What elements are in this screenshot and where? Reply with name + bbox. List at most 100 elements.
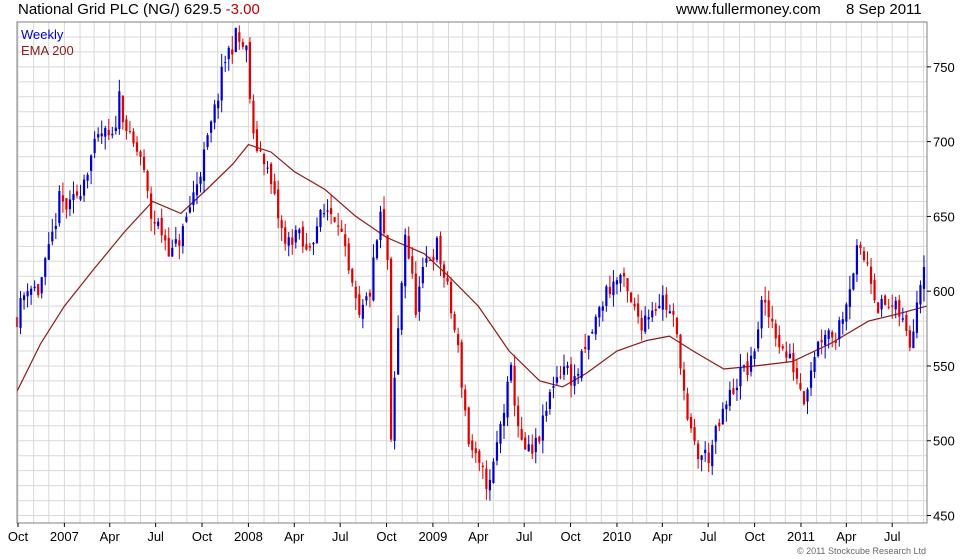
candle-body bbox=[164, 235, 167, 241]
candle-body bbox=[460, 342, 463, 388]
x-tick-label: Oct bbox=[560, 529, 581, 544]
candle-body bbox=[612, 281, 615, 296]
x-tick-label: Apr bbox=[468, 529, 489, 544]
candle-body bbox=[47, 244, 50, 260]
candle-body bbox=[26, 291, 29, 297]
x-tick-label: 2011 bbox=[787, 529, 815, 544]
candle-body bbox=[284, 227, 287, 244]
candle-body bbox=[919, 285, 922, 305]
candle-body bbox=[809, 370, 813, 388]
candle-body bbox=[474, 448, 477, 454]
candle-body bbox=[672, 310, 675, 315]
candle-body bbox=[418, 286, 421, 312]
candle-body bbox=[153, 221, 156, 224]
y-tick-label: 750 bbox=[933, 60, 955, 75]
candle-body bbox=[217, 100, 220, 109]
candle-body bbox=[887, 306, 890, 308]
candle-body bbox=[273, 181, 276, 194]
candle-body bbox=[901, 318, 904, 320]
candle-body bbox=[608, 286, 611, 295]
candle-body bbox=[439, 235, 442, 265]
candle-body bbox=[308, 245, 312, 248]
candle-body bbox=[891, 305, 894, 307]
candle-body bbox=[213, 104, 216, 123]
candle-body bbox=[132, 131, 135, 144]
candle-body bbox=[90, 155, 93, 172]
candle-body bbox=[435, 237, 439, 260]
candle-body bbox=[68, 199, 72, 210]
candle-body bbox=[619, 274, 622, 284]
candle-body bbox=[852, 273, 855, 290]
candle-body bbox=[245, 45, 248, 51]
candle-body bbox=[22, 295, 26, 301]
candle-body bbox=[322, 213, 326, 215]
x-tick-label: Oct bbox=[744, 529, 765, 544]
candle-body bbox=[735, 387, 739, 391]
candle-body bbox=[647, 317, 650, 320]
candle-body bbox=[813, 357, 816, 372]
candle-body bbox=[689, 416, 693, 429]
candle-body bbox=[760, 299, 763, 329]
candle-body bbox=[746, 361, 749, 375]
x-tick-label: 2010 bbox=[602, 529, 631, 544]
candle-body bbox=[252, 100, 255, 134]
candle-body bbox=[171, 247, 174, 257]
candle-body bbox=[97, 134, 100, 138]
candle-body bbox=[238, 32, 241, 42]
candle-body bbox=[668, 311, 671, 314]
candle-body bbox=[788, 353, 791, 359]
candle-body bbox=[757, 329, 760, 349]
candle-body bbox=[873, 280, 876, 301]
candle-body bbox=[827, 330, 830, 339]
candle-body bbox=[471, 440, 474, 451]
candle-body bbox=[478, 450, 481, 463]
y-axis: 450 500 550 600 650 700 750 bbox=[927, 60, 955, 524]
candle-body bbox=[107, 129, 110, 136]
candle-body bbox=[566, 365, 569, 368]
y-tick-label: 700 bbox=[933, 135, 955, 150]
candle-body bbox=[577, 373, 580, 376]
candle-body bbox=[195, 184, 199, 196]
x-tick-label: Apr bbox=[652, 529, 673, 544]
x-tick-label: Oct bbox=[376, 529, 397, 544]
candle-body bbox=[615, 280, 619, 285]
candle-body bbox=[905, 315, 908, 331]
candle-body bbox=[753, 351, 756, 359]
candle-body bbox=[280, 220, 283, 229]
candle-body bbox=[372, 257, 375, 301]
candle-body bbox=[866, 262, 869, 264]
candle-body bbox=[880, 298, 883, 310]
candle-body bbox=[792, 352, 795, 373]
candle-body bbox=[382, 209, 386, 234]
candle-body bbox=[742, 365, 746, 367]
candle-body bbox=[114, 127, 117, 132]
candle-body bbox=[111, 133, 114, 136]
candle-body bbox=[248, 41, 252, 99]
candle-body bbox=[700, 455, 703, 460]
candle-body bbox=[33, 286, 36, 289]
candle-body bbox=[368, 292, 372, 297]
candle-body bbox=[139, 151, 142, 157]
candle-body bbox=[467, 407, 470, 445]
candle-body bbox=[682, 369, 686, 391]
candle-body bbox=[531, 444, 534, 454]
candle-body bbox=[492, 461, 495, 483]
candle-body bbox=[386, 235, 389, 261]
candle-body bbox=[580, 351, 583, 379]
candle-body bbox=[174, 239, 177, 244]
x-tick-label: Jul bbox=[516, 529, 533, 544]
candle-body bbox=[555, 377, 559, 383]
candle-body bbox=[135, 142, 139, 152]
candle-body bbox=[192, 192, 195, 206]
candle-body bbox=[185, 216, 188, 222]
candle-body bbox=[573, 375, 576, 386]
candle-body bbox=[432, 256, 435, 261]
y-tick-label: 450 bbox=[933, 509, 955, 524]
legend-ema: EMA 200 bbox=[21, 43, 74, 58]
candle-body bbox=[922, 267, 926, 289]
candle-body bbox=[442, 264, 446, 278]
candle-body bbox=[908, 330, 911, 348]
candle-body bbox=[224, 62, 227, 64]
candle-body bbox=[898, 300, 901, 317]
candle-body bbox=[644, 315, 647, 332]
